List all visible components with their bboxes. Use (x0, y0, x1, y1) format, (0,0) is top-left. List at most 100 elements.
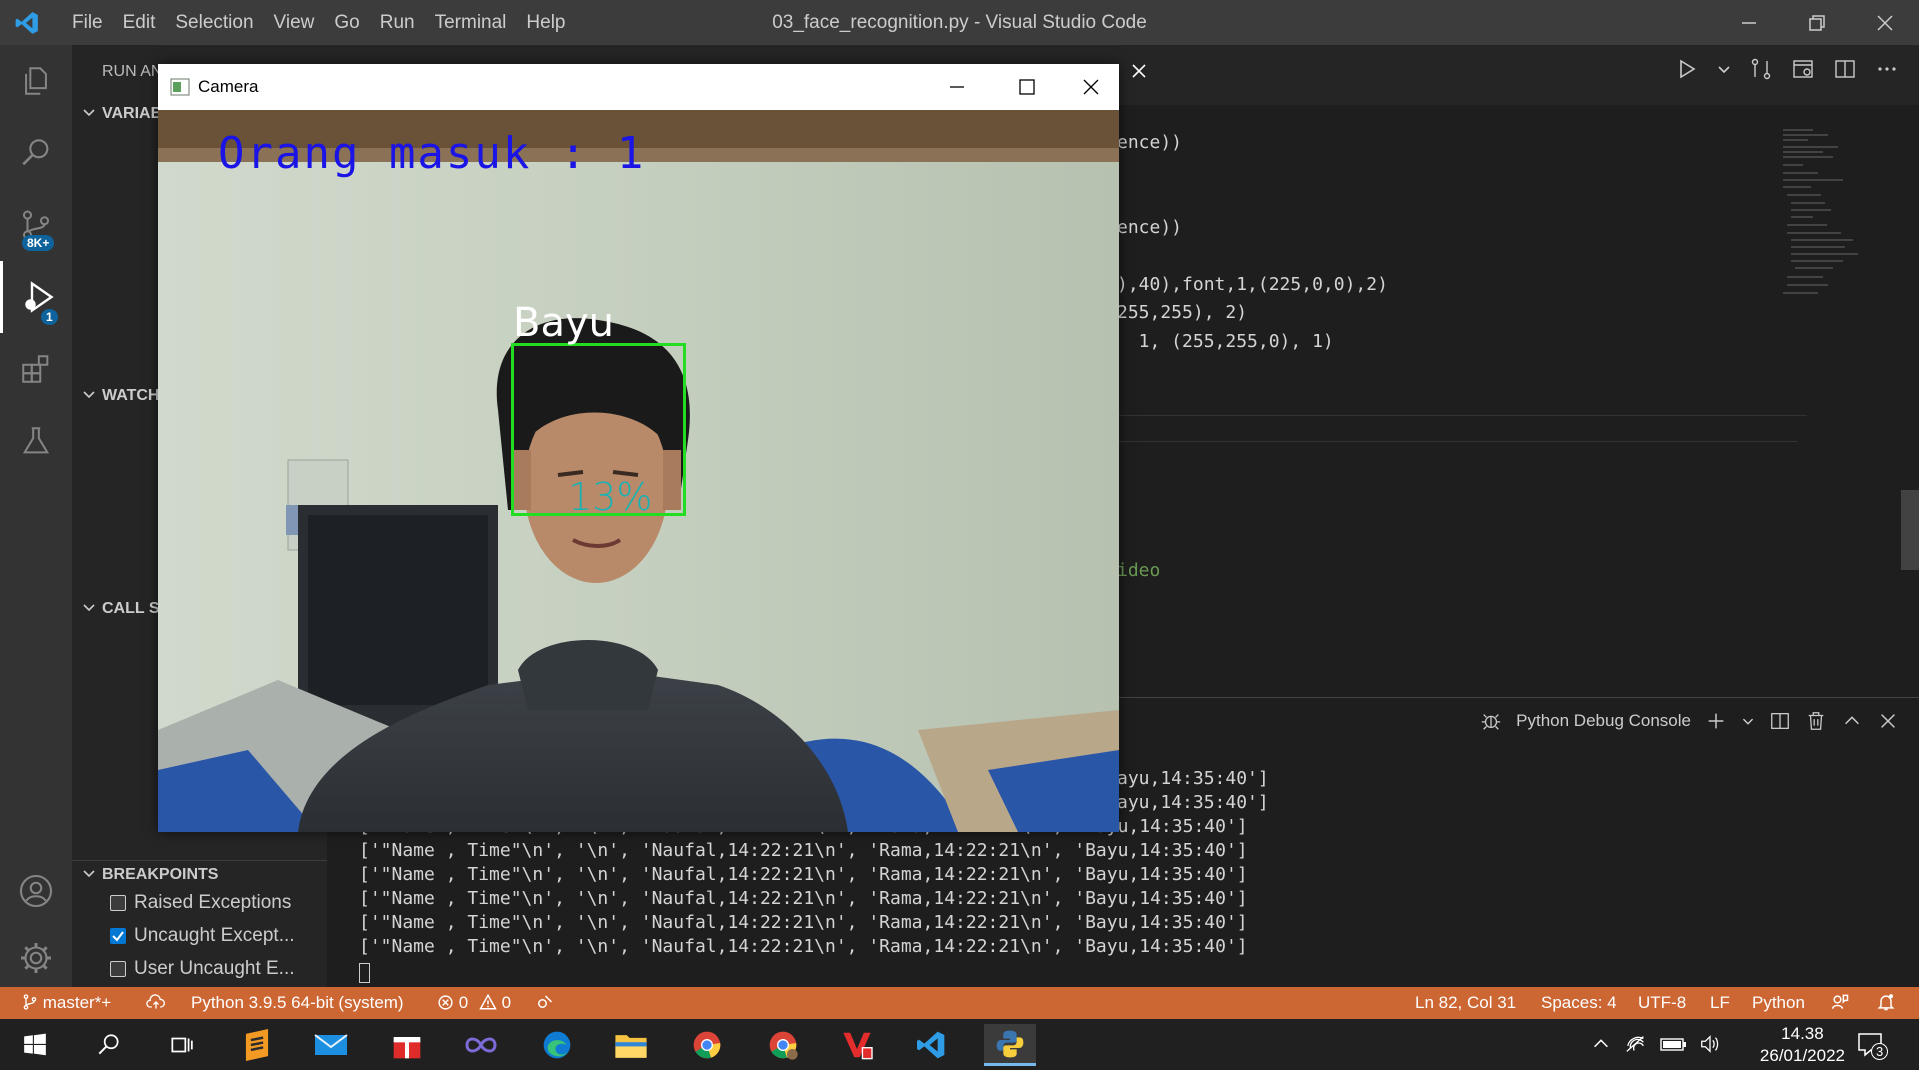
taskbar-mail[interactable] (310, 1024, 352, 1066)
language-mode[interactable]: Python (1752, 987, 1805, 1019)
code-line[interactable]: ence)) (1117, 132, 1182, 153)
battery-tray[interactable] (1659, 1033, 1687, 1060)
add-terminal-icon[interactable] (1705, 710, 1727, 732)
taskbar-edge[interactable] (536, 1024, 578, 1066)
more-actions-icon[interactable] (1875, 57, 1899, 81)
code-line[interactable]: ence)) (1117, 217, 1182, 238)
extensions-activity[interactable] (0, 333, 72, 405)
search-icon (22, 139, 49, 166)
taskbar-search[interactable] (88, 1024, 130, 1066)
task-view[interactable] (160, 1024, 202, 1066)
feedback-status[interactable] (1830, 987, 1850, 1019)
camera-maximize-button[interactable] (998, 64, 1056, 110)
close-window-button[interactable] (1851, 0, 1919, 45)
close-editor-tab-button[interactable] (1124, 56, 1154, 86)
minimap[interactable] (1783, 125, 1893, 325)
problems-status[interactable]: 0 0 (437, 987, 511, 1019)
code-line[interactable]: 255,255), 2) (1117, 302, 1247, 323)
checkbox[interactable] (110, 928, 126, 944)
menu-view[interactable]: View (264, 0, 325, 45)
open-preview-icon[interactable] (1791, 57, 1815, 81)
manage-activity[interactable] (0, 922, 72, 994)
camera-window[interactable]: Camera Orang masuk: 1 Bayu 13% (158, 64, 1119, 832)
taskbar-infinity-app[interactable] (460, 1024, 502, 1066)
menu-terminal[interactable]: Terminal (425, 0, 517, 45)
testing-activity[interactable] (0, 405, 72, 477)
panel-header: Python Debug Console (1480, 710, 1899, 732)
checkbox[interactable] (110, 895, 126, 911)
menu-edit[interactable]: Edit (113, 0, 166, 45)
restore-button[interactable] (1783, 0, 1851, 45)
compare-changes-icon[interactable] (1749, 57, 1773, 81)
camera-minimize-button[interactable] (928, 64, 986, 110)
clock-date: 26/01/2022 (1759, 1046, 1845, 1065)
cursor-position[interactable]: Ln 82, Col 31 (1415, 987, 1516, 1019)
interpreter-status[interactable]: Python 3.9.5 64-bit (system) (191, 987, 404, 1019)
menu-run[interactable]: Run (370, 0, 425, 45)
speaker-icon (1701, 1035, 1719, 1053)
indentation[interactable]: Spaces: 4 (1541, 987, 1617, 1019)
split-editor-icon[interactable] (1833, 57, 1857, 81)
terminal-selector[interactable]: Python Debug Console (1516, 711, 1691, 731)
run-debug-activity[interactable]: 1 (0, 261, 72, 333)
notifications-status[interactable] (1876, 987, 1896, 1019)
menu-file[interactable]: File (62, 0, 113, 45)
source-control-activity[interactable]: 8K+ (0, 189, 72, 261)
feedback-icon (1831, 994, 1849, 1009)
run-icon[interactable] (1675, 57, 1699, 81)
taskbar-chrome[interactable] (686, 1024, 728, 1066)
breakpoint-raised-exceptions[interactable]: Raised Exceptions (110, 888, 291, 918)
start-button[interactable] (14, 1024, 56, 1066)
code-line[interactable]: ),40),font,1,(225,0,0),2) (1117, 274, 1388, 295)
taskbar-python-camera[interactable] (984, 1024, 1036, 1066)
explorer-activity[interactable] (0, 45, 72, 117)
sublime-text-icon (245, 1029, 269, 1061)
breakpoint-uncaught-exceptions[interactable]: Uncaught Except... (110, 921, 295, 951)
minimize-button[interactable] (1715, 0, 1783, 45)
code-comment-line[interactable]: ideo (1117, 560, 1160, 581)
clock-time: 14.38 (1781, 1024, 1824, 1043)
taskbar-sublime[interactable] (236, 1024, 278, 1066)
console-cursor[interactable] (359, 963, 370, 983)
camera-app-icon (170, 78, 190, 96)
face-name-label: Bayu (513, 300, 614, 346)
chevron-down-icon[interactable] (1717, 57, 1731, 81)
editor-divider (1117, 441, 1797, 442)
checkbox[interactable] (110, 961, 126, 977)
taskbar-file-explorer[interactable] (610, 1024, 652, 1066)
account-icon (19, 874, 53, 908)
show-hidden-icons[interactable] (1590, 1033, 1612, 1060)
close-panel-icon[interactable] (1877, 710, 1899, 732)
system-clock[interactable]: 14.38 26/01/2022 (1760, 1023, 1845, 1067)
menu-selection[interactable]: Selection (165, 0, 263, 45)
camera-close-button[interactable] (1063, 64, 1119, 110)
trash-icon[interactable] (1805, 710, 1827, 732)
debug-status[interactable] (535, 987, 553, 1019)
breakpoints-section[interactable]: BREAKPOINTS (72, 860, 327, 890)
accounts-activity[interactable] (0, 855, 72, 927)
taskbar-chrome-profile[interactable] (762, 1024, 804, 1066)
branch-status[interactable]: master*+ (22, 987, 111, 1019)
maximize-panel-icon[interactable] (1841, 710, 1863, 732)
camera-title-bar[interactable]: Camera (158, 64, 1119, 110)
chevron-down-icon[interactable] (1741, 710, 1755, 732)
split-terminal-icon[interactable] (1769, 710, 1791, 732)
network-tray[interactable] (1624, 1033, 1648, 1060)
code-line[interactable]: 1, (255,255,0), 1) (1117, 331, 1334, 352)
volume-tray[interactable] (1698, 1033, 1722, 1060)
search-activity[interactable] (0, 117, 72, 189)
taskbar-gift-app[interactable] (386, 1024, 428, 1066)
line-ending[interactable]: LF (1710, 987, 1730, 1019)
editor-scrollbar-thumb[interactable] (1901, 490, 1919, 570)
taskbar-vivaldi-app[interactable] (836, 1024, 878, 1066)
close-icon (1877, 14, 1893, 31)
chevron-down-icon (80, 104, 98, 127)
breakpoint-user-uncaught[interactable]: User Uncaught E... (110, 954, 295, 984)
taskbar-vscode[interactable] (910, 1024, 952, 1066)
action-center[interactable]: 3 (1857, 1031, 1889, 1062)
sync-status[interactable] (146, 987, 166, 1019)
edge-browser-icon (543, 1031, 571, 1059)
menu-go[interactable]: Go (324, 0, 369, 45)
menu-help[interactable]: Help (516, 0, 575, 45)
encoding[interactable]: UTF-8 (1638, 987, 1686, 1019)
